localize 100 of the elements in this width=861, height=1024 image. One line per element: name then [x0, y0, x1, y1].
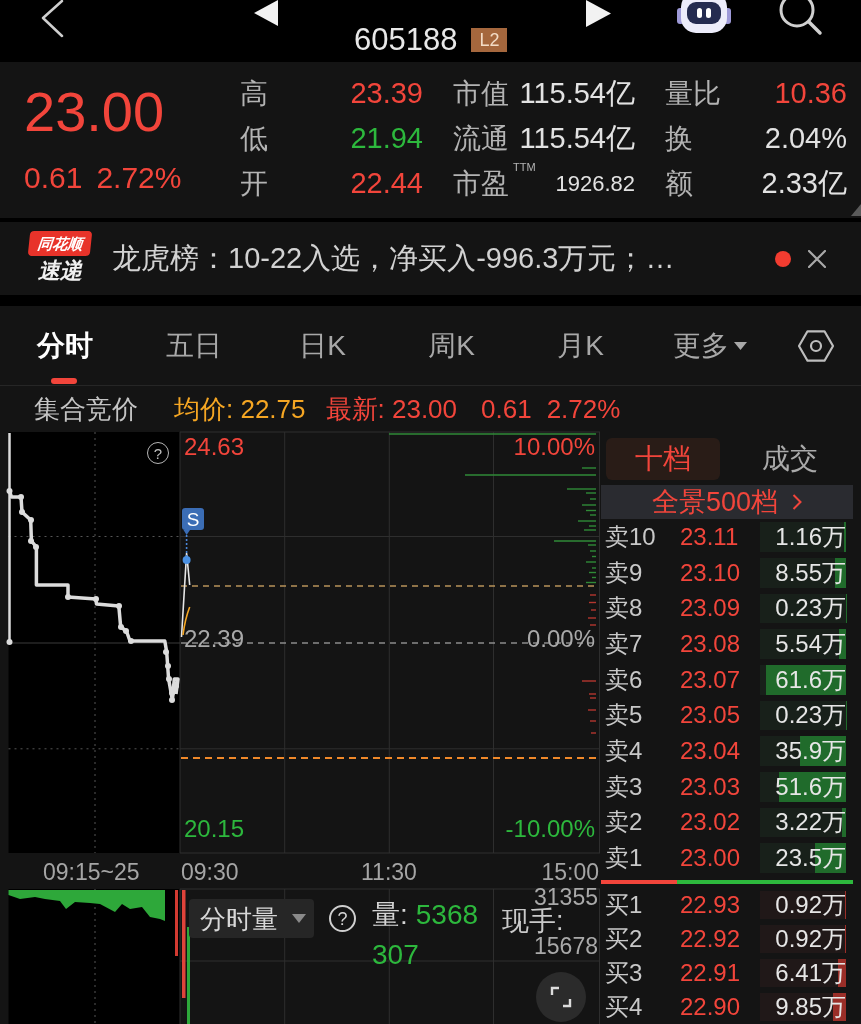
stat-label: 低 [240, 124, 268, 153]
percent-change: 2.72% [546, 395, 621, 422]
leader-line [183, 530, 190, 557]
order-volume: 0.23万 [775, 596, 846, 621]
chart-tab[interactable]: 日K [258, 306, 387, 385]
time-axis-label: 09:30 [181, 861, 239, 884]
order-book-tab[interactable]: 十档 [606, 438, 720, 480]
order-volume: 5.54万 [775, 632, 846, 657]
volume-type-dropdown[interactable]: 分时量 [189, 899, 314, 938]
order-level-label: 卖2 [605, 810, 644, 835]
order-book-tab[interactable]: 成交 [733, 438, 847, 480]
order-level-label: 卖9 [605, 560, 644, 585]
order-price: 23.07 [680, 667, 742, 692]
price-axis-label: 22.39 [184, 627, 245, 651]
price-axis-label: 20.15 [184, 817, 245, 841]
help-button[interactable]: ? [329, 905, 356, 932]
stat-value: 23.39 [350, 79, 423, 108]
order-volume: 1.16万 [775, 524, 846, 549]
left-triangle-icon[interactable] [254, 0, 278, 26]
order-level-label: 买4 [605, 995, 644, 1019]
price-axis-label: 24.63 [184, 435, 245, 459]
order-price: 22.90 [680, 995, 742, 1019]
point-marker-icon [182, 556, 191, 564]
order-price: 23.02 [680, 810, 742, 835]
time-axis-label: 11:30 [361, 861, 417, 884]
chart-tab[interactable]: 月K [516, 306, 645, 385]
order-level-label: 卖1 [605, 846, 644, 871]
order-level-label: 买1 [605, 893, 644, 917]
right-triangle-icon[interactable] [586, 0, 611, 27]
order-volume: 35.9万 [775, 739, 846, 764]
order-volume: 0.92万 [775, 927, 846, 951]
order-price: 23.04 [680, 739, 742, 764]
stat-label: 高 [240, 79, 268, 108]
latest-price: 最新: 23.00 [325, 395, 458, 422]
fullscreen-icon [550, 986, 572, 1008]
stat-value: 21.94 [350, 124, 423, 153]
percent-axis-label: 10.00% [513, 435, 595, 459]
depth-link[interactable]: 全景500档 [601, 485, 853, 520]
caret-down-icon [733, 341, 747, 350]
order-level-label: 卖6 [605, 667, 644, 692]
order-volume: 0.23万 [775, 703, 846, 728]
stat-label: 量比 [665, 79, 721, 108]
stat-label: 流通 [453, 124, 509, 153]
back-icon[interactable] [40, 0, 64, 38]
price-change: 0.61 [24, 163, 83, 193]
stat-value: 22.44 [350, 169, 423, 198]
stat-label: 市值 [453, 79, 509, 108]
chart-tab[interactable]: 五日 [129, 306, 258, 385]
time-axis-label: 09:15~25 [43, 861, 140, 884]
order-price: 23.11 [680, 524, 740, 549]
percent-axis-label: 0.00% [526, 627, 595, 651]
chart-tab[interactable]: 分时 [0, 306, 129, 385]
session-label: 集合竞价 [34, 395, 138, 422]
order-price: 22.92 [680, 927, 742, 951]
last-price: 23.00 [24, 84, 165, 140]
volume-axis-label: 31355 [534, 888, 598, 907]
order-price: 23.00 [680, 846, 742, 871]
order-price: 22.91 [680, 961, 742, 985]
caret-down-icon [292, 914, 306, 923]
order-volume: 0.92万 [775, 893, 846, 917]
order-volume: 51.6万 [775, 774, 846, 799]
order-level-label: 卖4 [605, 739, 644, 764]
logo-text: 速递 [38, 259, 82, 282]
percent-axis-label: -10.00% [505, 817, 595, 841]
stock-code: 605188 [354, 25, 458, 55]
stat-value: 2.33亿 [761, 169, 847, 198]
order-level-label: 卖7 [605, 632, 644, 657]
order-price: 23.08 [680, 632, 742, 657]
stat-label: 市盈 [453, 169, 509, 198]
robot-icon[interactable] [677, 0, 731, 34]
order-level-label: 卖10 [605, 524, 657, 549]
order-price: 23.05 [680, 703, 742, 728]
order-level-label: 买3 [605, 961, 644, 985]
volume-bar [175, 890, 178, 956]
stat-value: 115.54亿 [519, 79, 635, 108]
order-volume: 8.55万 [775, 560, 846, 585]
signal-badge: S [182, 508, 204, 530]
order-level-label: 卖3 [605, 774, 644, 799]
order-price: 23.03 [680, 774, 742, 799]
order-volume: 23.5万 [775, 846, 846, 871]
news-headline[interactable]: 龙虎榜：10-22入选，净买入-996.3万元；… [112, 244, 675, 273]
order-level-label: 卖5 [605, 703, 644, 728]
corner-triangle-icon [851, 204, 861, 216]
stat-value: 115.54亿 [519, 124, 635, 153]
average-price: 均价: 22.75 [174, 395, 306, 422]
order-price: 23.09 [680, 596, 742, 621]
stat-label: 换 [665, 124, 693, 153]
level-badge: L2 [471, 28, 508, 52]
stat-value: 2.04% [764, 124, 847, 153]
order-price: 23.10 [680, 560, 742, 585]
fullscreen-button[interactable] [536, 972, 586, 1022]
chart-tab[interactable]: 周K [387, 306, 516, 385]
stat-label: 开 [240, 169, 268, 198]
more-menu-tab[interactable]: 更多 [645, 306, 774, 385]
chevron-right-icon [792, 494, 803, 511]
stat-label: 额 [665, 169, 693, 198]
stat-value: 10.36 [774, 79, 847, 108]
close-icon[interactable] [808, 249, 826, 268]
volume-axis-label: 15678 [534, 937, 598, 956]
current-volume-label: 现手: [502, 908, 564, 934]
